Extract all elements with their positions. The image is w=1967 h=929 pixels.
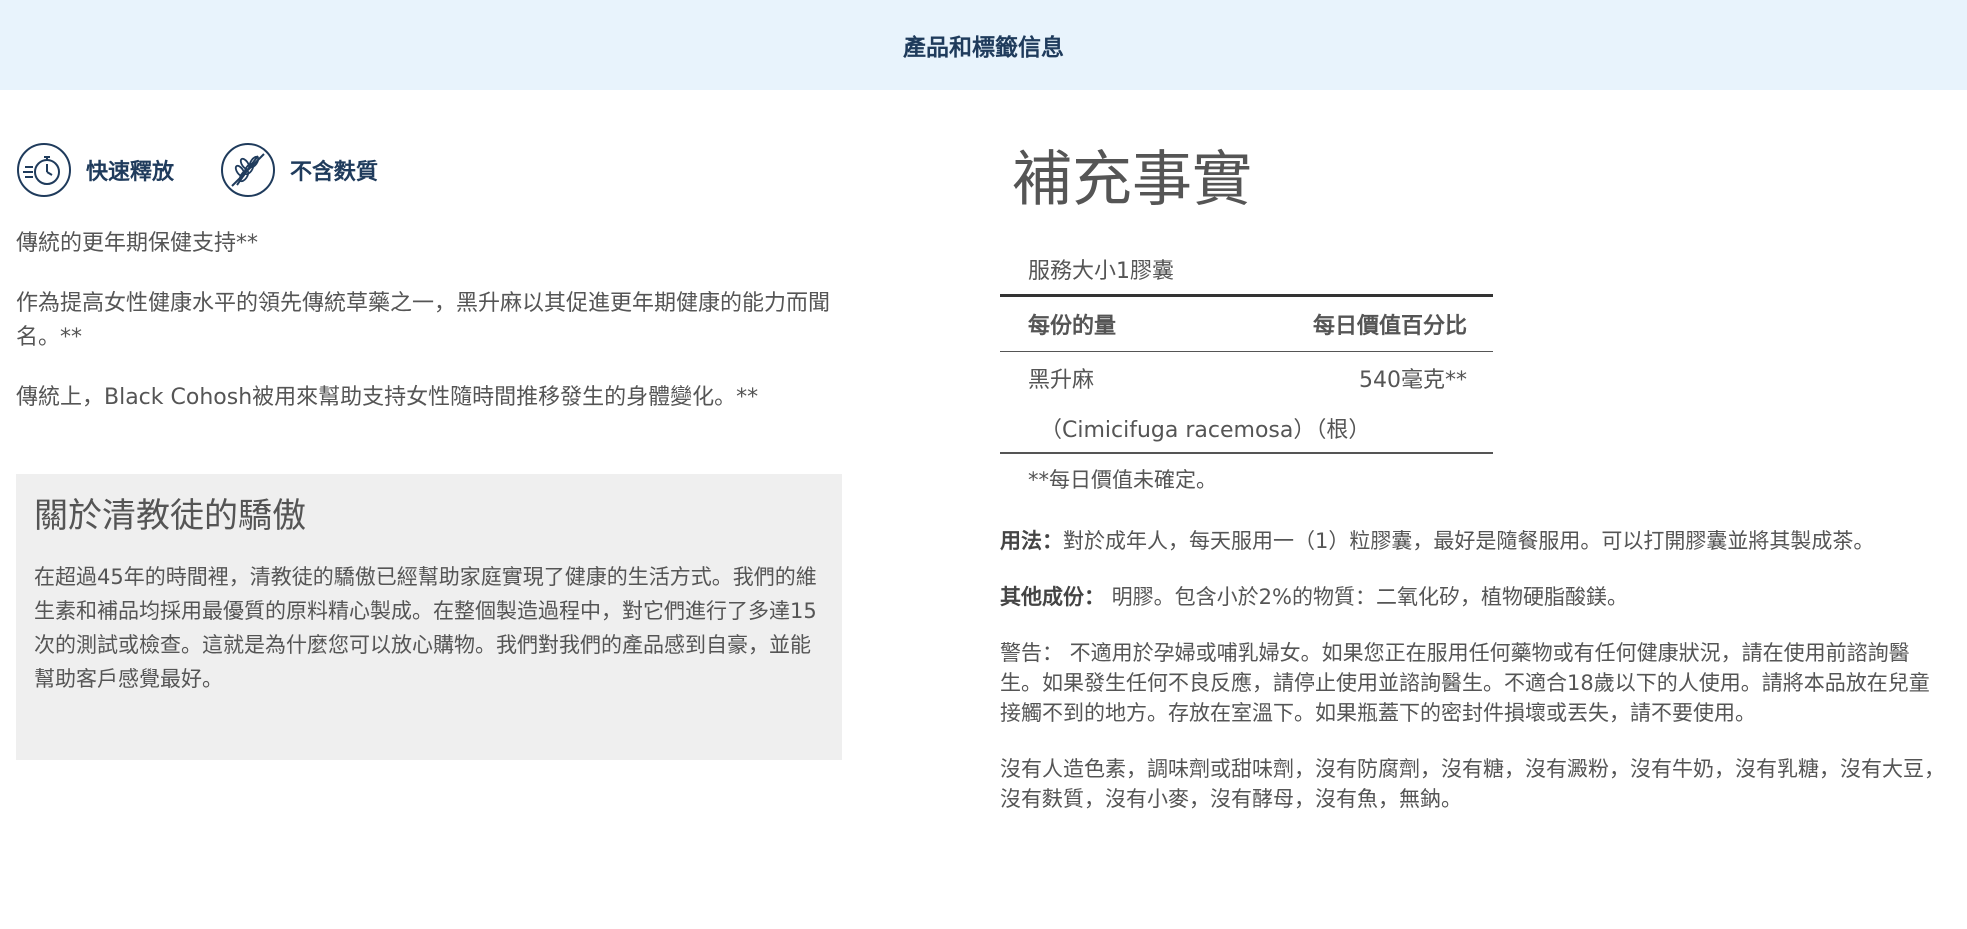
directions-label: 用法：	[1000, 529, 1063, 553]
product-description: 快速釋放 不含麩質 傳統的更年期保健支持** 作為提高女性健康水平的領先傳統草藥…	[16, 135, 842, 415]
badge-label: 快速釋放	[86, 160, 175, 185]
column-amount: 每份的量	[1028, 314, 1117, 339]
header-title: 產品和標籤信息	[903, 35, 1064, 61]
about-brand-box: 關於清教徒的驕傲 在超過45年的時間裡，清教徒的驕傲已經幫助家庭實現了健康的生活…	[16, 474, 842, 760]
description-paragraph: 傳統上，Black Cohosh被用來幫助支持女性隨時間推移發生的身體變化。**	[16, 385, 759, 410]
facts-header-row: 每份的量 每日價值百分比	[1000, 297, 1493, 352]
product-info-header: 產品和標籤信息	[0, 0, 1967, 90]
about-title: 關於清教徒的驕傲	[34, 496, 306, 536]
feature-badges: 快速釋放 不含麩質	[16, 135, 842, 205]
badge-quick-release: 快速釋放	[16, 142, 174, 198]
about-body: 在超過45年的時間裡，清教徒的驕傲已經幫助家庭實現了健康的生活方式。我們的維生素…	[34, 565, 817, 691]
ingredient-name: 黑升麻	[1028, 368, 1095, 393]
directions-text: 對於成年人，每天服用一（1）粒膠囊，最好是隨餐服用。可以打開膠囊並將其製成茶。	[1063, 529, 1875, 553]
free-of-text: 沒有人造色素，調味劑或甜味劑，沒有防腐劑，沒有糖，沒有澱粉，沒有牛奶，沒有乳糖，…	[1000, 757, 1945, 811]
other-ingredients-text: 明膠。包含小於2%的物質：二氧化矽，植物硬脂酸鎂。	[1105, 585, 1628, 609]
table-row: 黑升麻 540毫克**	[1000, 352, 1493, 404]
badge-gluten-free: 不含麩質	[220, 142, 378, 198]
supplement-facts-title: 補充事實	[1012, 145, 1252, 215]
description-paragraph: 作為提高女性健康水平的領先傳統草藥之一，黑升麻以其促進更年期健康的能力而聞名。*…	[16, 291, 831, 350]
serving-size: 服務大小1膠囊	[1000, 252, 1493, 297]
ingredient-botanical-name: （Cimicifuga racemosa）（根）	[1000, 404, 1493, 454]
directions: 用法：對於成年人，每天服用一（1）粒膠囊，最好是隨餐服用。可以打開膠囊並將其製成…	[1000, 526, 1950, 556]
warning-text: 警告： 不適用於孕婦或哺乳婦女。如果您正在服用任何藥物或有任何健康狀況，請在使用…	[1000, 641, 1930, 725]
stopwatch-icon	[17, 143, 71, 197]
column-daily-value: 每日價值百分比	[1312, 314, 1467, 339]
badge-label: 不含麩質	[290, 160, 379, 185]
ingredient-amount: 540毫克**	[1359, 368, 1467, 393]
supplement-facts-table: 服務大小1膠囊 每份的量 每日價值百分比 黑升麻 540毫克** （Cimici…	[1000, 252, 1493, 504]
other-ingredients: 其他成份： 明膠。包含小於2%的物質：二氧化矽，植物硬脂酸鎂。	[1000, 582, 1950, 612]
daily-value-note: **每日價值未確定。	[1028, 468, 1217, 492]
other-ingredients-label: 其他成份：	[1000, 585, 1105, 609]
product-tagline: 傳統的更年期保健支持**	[16, 231, 259, 256]
supplement-facts-column: 補充事實 服務大小1膠囊 每份的量 每日價值百分比 黑升麻 540毫克** （C…	[1000, 140, 1952, 814]
wheat-icon	[221, 143, 276, 197]
